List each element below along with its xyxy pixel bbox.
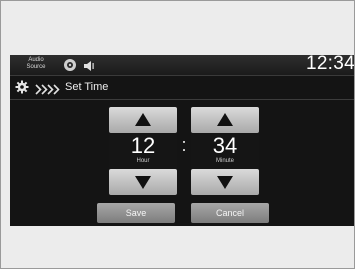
display-screen: Audio Source 12:34 Set Time 12 Hour: 34… bbox=[10, 55, 355, 226]
speaker-icon bbox=[83, 59, 95, 77]
audio-source-label-line1: Audio bbox=[28, 57, 44, 63]
audio-source-button[interactable]: Audio Source bbox=[21, 57, 51, 71]
breadcrumb-chevrons-icon bbox=[35, 82, 63, 100]
clock-display: 12:34 bbox=[305, 55, 355, 74]
hour-value-box: 12 Hour bbox=[109, 133, 177, 169]
minute-value-box: 34 Minute bbox=[191, 133, 259, 169]
hour-value: 12 bbox=[130, 133, 156, 158]
page-frame: Audio Source 12:34 Set Time 12 Hour: 34… bbox=[0, 0, 355, 269]
minute-up-button[interactable] bbox=[191, 107, 259, 133]
status-bar: Audio Source 12:34 bbox=[10, 55, 355, 77]
arrow-down-icon bbox=[135, 176, 151, 189]
arrow-down-icon bbox=[217, 176, 233, 189]
minute-value: 34 bbox=[212, 133, 238, 158]
hour-label: Hour bbox=[136, 158, 150, 164]
audio-source-label-line2: Source bbox=[26, 64, 46, 70]
hour-up-button[interactable] bbox=[109, 107, 177, 133]
page-title: Set Time bbox=[65, 81, 109, 93]
title-bar: Set Time bbox=[10, 76, 354, 100]
minute-down-button[interactable] bbox=[191, 169, 259, 195]
minute-picker: 34 Minute bbox=[191, 107, 259, 195]
arrow-up-icon bbox=[217, 113, 233, 126]
arrow-up-icon bbox=[135, 113, 151, 126]
cancel-button[interactable]: Cancel bbox=[191, 203, 269, 223]
minute-label: Minute bbox=[215, 158, 234, 164]
gear-icon[interactable] bbox=[15, 80, 29, 99]
hour-down-button[interactable] bbox=[109, 169, 177, 195]
hour-picker: 12 Hour bbox=[109, 107, 177, 195]
time-separator: : bbox=[181, 135, 187, 155]
save-button[interactable]: Save bbox=[97, 203, 175, 223]
disc-icon bbox=[63, 58, 77, 77]
